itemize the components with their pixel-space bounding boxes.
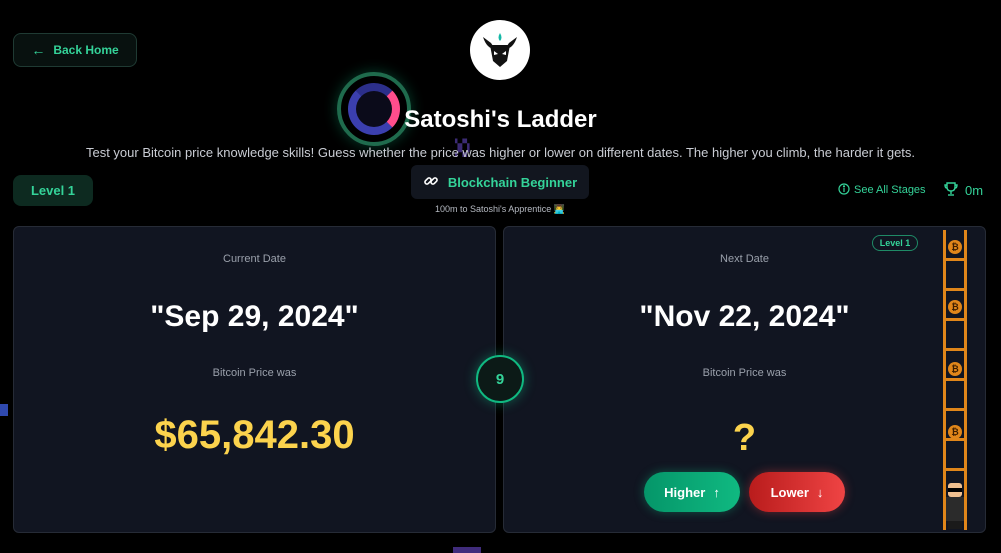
page-subtitle: Test your Bitcoin price knowledge skills… bbox=[85, 145, 916, 160]
height-readout: 0m bbox=[943, 181, 983, 199]
bitcoin-coin-icon: ₿ bbox=[948, 425, 962, 439]
rank-badge: Blockchain Beginner bbox=[411, 165, 589, 199]
rank-label: Blockchain Beginner bbox=[447, 174, 578, 190]
next-date-label: Next Date bbox=[720, 253, 769, 265]
current-price-label: Bitcoin Price was bbox=[212, 367, 297, 379]
glitch-decoration bbox=[0, 404, 8, 416]
see-all-stages-link[interactable]: See All Stages bbox=[838, 182, 926, 198]
current-price-value: $65,842.30 bbox=[154, 413, 355, 457]
current-date-card: Current Date "Sep 29, 2024" Bitcoin Pric… bbox=[13, 226, 496, 533]
next-price-unknown: ? bbox=[732, 417, 757, 459]
card-level-badge: Level 1 bbox=[872, 235, 918, 251]
next-date-value: "Nov 22, 2024" bbox=[639, 300, 850, 333]
info-icon bbox=[838, 182, 850, 198]
lower-label: Lower bbox=[770, 484, 809, 500]
current-date-value: "Sep 29, 2024" bbox=[150, 300, 359, 333]
bitcoin-coin-icon: ₿ bbox=[948, 300, 962, 314]
rank-progress-text: 100m to Satoshi's Apprentice 👨‍💻 bbox=[435, 204, 565, 214]
lower-button[interactable]: Lower ↓ bbox=[749, 472, 845, 512]
bitcoin-coin-icon: ₿ bbox=[948, 240, 962, 254]
back-home-button[interactable]: ← Back Home bbox=[13, 33, 137, 67]
streak-counter: 9 bbox=[476, 355, 524, 403]
back-home-label: Back Home bbox=[53, 43, 119, 57]
arrow-left-icon: ← bbox=[31, 42, 46, 58]
glitch-decoration bbox=[453, 547, 481, 553]
height-value: 0m bbox=[965, 182, 984, 198]
bull-logo-icon bbox=[470, 20, 530, 80]
trophy-icon bbox=[943, 181, 959, 200]
arrow-up-icon: ↑ bbox=[713, 484, 720, 500]
current-date-label: Current Date bbox=[223, 253, 286, 265]
page-title: Satoshi's Ladder bbox=[404, 106, 597, 133]
see-all-stages-label: See All Stages bbox=[854, 184, 926, 196]
climber-avatar bbox=[943, 483, 967, 529]
higher-label: Higher bbox=[664, 484, 706, 500]
link-icon bbox=[423, 173, 439, 192]
bitcoin-coin-icon: ₿ bbox=[948, 362, 962, 376]
arrow-down-icon: ↓ bbox=[816, 484, 824, 500]
next-date-card: Level 1 Next Date "Nov 22, 2024" Bitcoin… bbox=[503, 226, 986, 533]
higher-button[interactable]: Higher ↑ bbox=[644, 472, 740, 512]
level-badge: Level 1 bbox=[13, 175, 93, 206]
next-price-label: Bitcoin Price was bbox=[702, 367, 787, 379]
